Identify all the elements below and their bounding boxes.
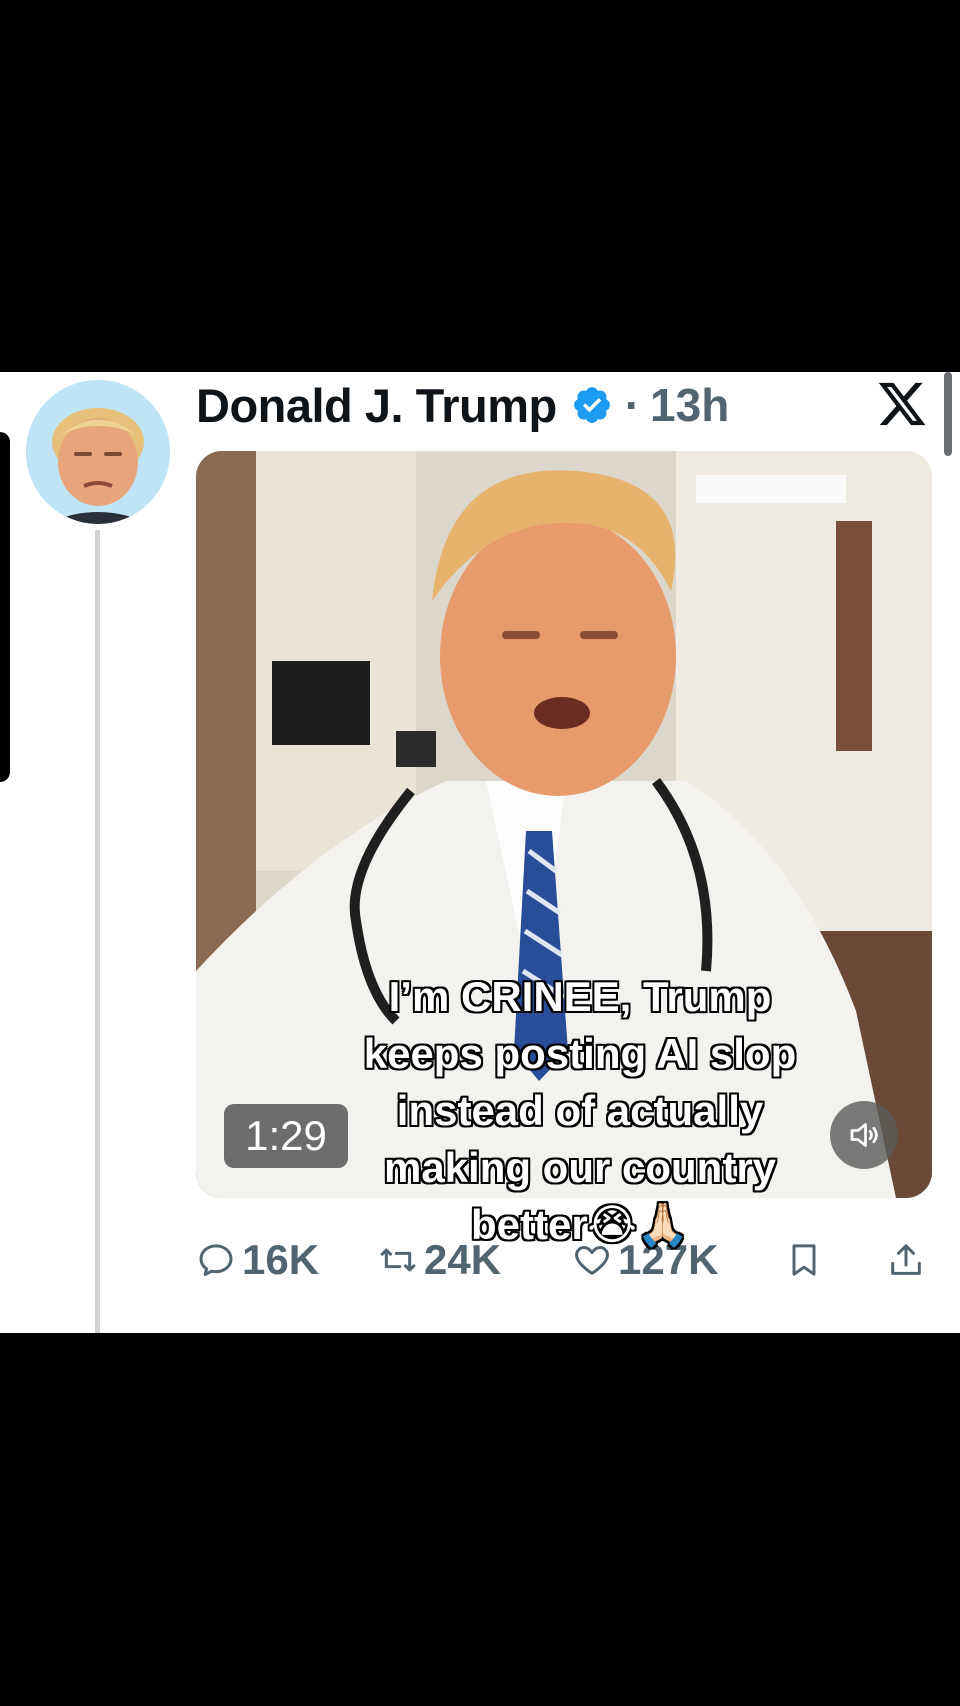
post-timestamp[interactable]: 13h	[650, 378, 729, 432]
display-name[interactable]: Donald J. Trump	[196, 378, 557, 433]
bottom-letterbox	[0, 1333, 960, 1706]
caption-line: making our country	[383, 1144, 777, 1191]
verified-badge-icon[interactable]	[571, 384, 613, 426]
separator-dot: ·	[624, 379, 641, 431]
scrollbar[interactable]	[944, 372, 952, 456]
reply-icon	[199, 1244, 233, 1276]
x-logo-icon	[876, 378, 928, 430]
top-letterbox	[0, 0, 960, 372]
caption-line: instead of actually	[396, 1087, 764, 1134]
post-header: Donald J. Trump · 13h	[196, 374, 729, 436]
share-button[interactable]	[886, 1230, 926, 1290]
caption-overlay: I’m CRINEE, Trump keeps posting AI slop …	[300, 968, 860, 1253]
post-card: Donald J. Trump · 13h 1:29 I’m CRINEE, T…	[0, 372, 960, 1333]
caption-line: better😭🙏🏻	[470, 1201, 690, 1248]
avatar[interactable]	[26, 380, 170, 524]
left-edge-shadow	[0, 432, 10, 782]
caption-line: I’m CRINEE, Trump	[388, 973, 772, 1020]
avatar-image	[26, 380, 170, 524]
caption-line: keeps posting AI slop	[363, 1030, 797, 1077]
thread-line	[95, 530, 100, 1333]
share-icon	[891, 1244, 921, 1275]
